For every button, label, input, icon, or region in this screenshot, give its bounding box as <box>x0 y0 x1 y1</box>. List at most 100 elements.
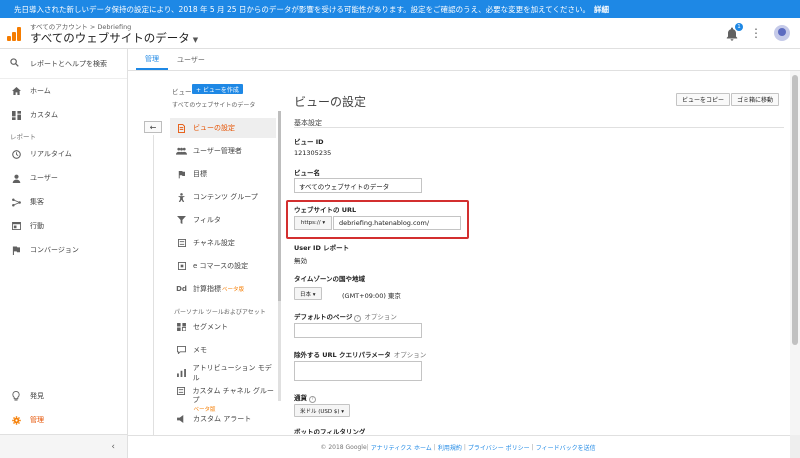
nav-discover-label: 発見 <box>30 392 44 400</box>
nav-behavior[interactable]: 行動 <box>0 216 127 236</box>
menu-annotations-label: メモ <box>193 346 207 354</box>
footer: © 2018 Google | アナリティクス ホーム | 利用規約 | プライ… <box>128 435 790 458</box>
dashboard-icon <box>10 110 22 120</box>
exclude-params-label-text: 除外する URL クエリパラメータ <box>294 351 391 359</box>
timezone-value[interactable]: (GMT+09:00) 東京 <box>342 290 401 300</box>
nav-discover[interactable]: 発見 <box>0 386 127 406</box>
notifications-bell-icon[interactable]: 1 <box>726 23 743 41</box>
search-reports-button[interactable]: レポートとヘルプを検索 <box>0 49 127 79</box>
exclude-params-optional: オプション <box>393 351 427 359</box>
footer-terms-link[interactable]: 利用規約 <box>438 443 462 452</box>
menu-view-settings[interactable]: ビューの設定 <box>170 118 276 138</box>
tab-users[interactable]: ユーザー <box>168 49 214 70</box>
default-page-input[interactable] <box>294 323 422 338</box>
personal-tools-section: パーソナル ツールおよびアセット <box>174 309 266 316</box>
person-icon <box>10 174 22 183</box>
footer-copyright: © 2018 Google <box>320 443 367 451</box>
footer-privacy-link[interactable]: プライバシー ポリシー <box>468 443 530 452</box>
nav-reports-section: レポート <box>10 133 36 141</box>
exclude-params-textarea[interactable] <box>294 361 422 381</box>
nav-home[interactable]: ホーム <box>0 81 127 101</box>
notification-count-badge: 1 <box>735 23 743 31</box>
menu-scrollbar[interactable] <box>278 111 281 401</box>
footer-feedback-link[interactable]: フィードバックを送信 <box>536 443 596 452</box>
admin-tabs: 管理 ユーザー <box>128 49 800 71</box>
gear-icon <box>10 415 22 425</box>
menu-goals-label: 目標 <box>193 170 207 178</box>
copy-view-button[interactable]: ビューをコピー <box>676 93 731 106</box>
nav-conversions-label: コンバージョン <box>30 246 79 254</box>
menu-custom-alerts[interactable]: カスタム アラート <box>170 409 276 429</box>
currency-dropdown[interactable]: 米ドル (USD $) ▾ <box>294 404 351 417</box>
menu-annotations[interactable]: メモ <box>170 340 276 360</box>
menu-content-grouping-label: コンテンツ グループ <box>193 193 258 201</box>
nav-behavior-label: 行動 <box>30 222 44 230</box>
menu-custom-channel-groups[interactable]: カスタム チャネル グループ ベータ版 <box>170 385 276 413</box>
footer-analytics-home-link[interactable]: アナリティクス ホーム <box>371 443 432 452</box>
tab-admin[interactable]: 管理 <box>136 49 168 70</box>
flag-icon <box>176 170 187 179</box>
attribution-icon <box>176 369 187 377</box>
chevron-left-icon: ‹ <box>111 441 115 452</box>
default-page-label-text: デフォルトのページ <box>294 313 353 321</box>
view-name-input[interactable]: すべてのウェブサイトのデータ <box>294 178 422 193</box>
default-page-optional: オプション <box>364 313 397 321</box>
userid-reports-value: 無効 <box>294 257 307 265</box>
help-icon[interactable]: ? <box>354 315 362 322</box>
filter-icon <box>176 216 187 224</box>
nav-audience[interactable]: ユーザー <box>0 168 127 188</box>
menu-user-management[interactable]: ユーザー管理者 <box>170 141 276 161</box>
nav-custom-label: カスタム <box>30 111 58 119</box>
menu-attribution-models-label: アトリビューション モデル <box>192 364 272 382</box>
timezone-label: タイムゾーンの国や地域 <box>294 275 366 283</box>
menu-filters-label: フィルタ <box>193 216 221 224</box>
cart-icon <box>176 262 187 270</box>
menu-content-grouping[interactable]: コンテンツ グループ <box>170 187 276 207</box>
menu-goals[interactable]: 目標 <box>170 164 276 184</box>
nav-realtime-label: リアルタイム <box>30 150 72 158</box>
analytics-logo[interactable] <box>7 27 21 41</box>
menu-segments-label: セグメント <box>193 323 228 331</box>
more-vert-icon[interactable]: ⋮ <box>750 27 762 39</box>
default-page-label: デフォルトのページ? オプション <box>294 311 397 322</box>
menu-ecommerce-settings[interactable]: e コマースの設定 <box>170 256 276 276</box>
nav-acquisition[interactable]: 集客 <box>0 192 127 212</box>
notification-banner: 先日導入された新しいデータ保持の設定により、2018 年 5 月 25 日からの… <box>0 0 800 18</box>
nav-custom[interactable]: カスタム <box>0 105 127 125</box>
menu-calculated-metrics[interactable]: Dd 計算指標 ベータ版 <box>170 279 276 299</box>
view-selector[interactable]: すべてのウェブサイトのデータ ▼ <box>30 30 198 46</box>
help-icon[interactable]: ? <box>309 396 316 403</box>
view-column-divider <box>153 135 154 435</box>
segment-icon <box>176 323 187 331</box>
main-scrollbar[interactable] <box>790 71 800 435</box>
view-column-label: ビュー <box>172 88 192 96</box>
menu-ecommerce-settings-label: e コマースの設定 <box>193 262 249 270</box>
move-to-trash-button[interactable]: ゴミ箱に移動 <box>731 93 780 106</box>
menu-segments[interactable]: セグメント <box>170 317 276 337</box>
scrollbar-thumb[interactable] <box>792 75 798 345</box>
current-view-name: すべてのウェブサイトのデータ <box>172 102 256 109</box>
menu-custom-channel-groups-label: カスタム チャネル グループ <box>192 387 274 404</box>
menu-filters[interactable]: フィルタ <box>170 210 276 230</box>
admin-main-panel: ビュー + ビューを作成 すべてのウェブサイトのデータ ← ビューの設定 ユーザ… <box>128 71 790 435</box>
nav-conversions[interactable]: コンバージョン <box>0 240 127 260</box>
banner-details-link[interactable]: 詳細 <box>594 4 609 15</box>
section-divider <box>294 127 784 128</box>
nav-realtime[interactable]: リアルタイム <box>0 144 127 164</box>
user-avatar[interactable] <box>774 25 790 41</box>
timezone-country-dropdown[interactable]: 日本 ▾ <box>294 287 322 300</box>
menu-calculated-metrics-label: 計算指標 <box>193 285 221 293</box>
behavior-icon <box>10 222 22 230</box>
bot-filtering-label: ボットのフィルタリング <box>294 428 366 434</box>
menu-channel-settings[interactable]: チャネル設定 <box>170 233 276 253</box>
nav-audience-label: ユーザー <box>30 174 58 182</box>
acquisition-icon <box>10 198 22 207</box>
menu-attribution-models[interactable]: アトリビューション モデル <box>170 363 276 383</box>
caret-down-icon: ▼ <box>192 36 199 44</box>
collapse-nav-button[interactable]: ‹ <box>0 434 127 458</box>
doc-icon <box>176 123 187 133</box>
nav-admin[interactable]: 管理 <box>0 410 127 430</box>
currency-label: 通貨? <box>294 392 316 403</box>
create-view-button[interactable]: + ビューを作成 <box>192 84 243 94</box>
back-arrow-button[interactable]: ← <box>144 121 162 133</box>
